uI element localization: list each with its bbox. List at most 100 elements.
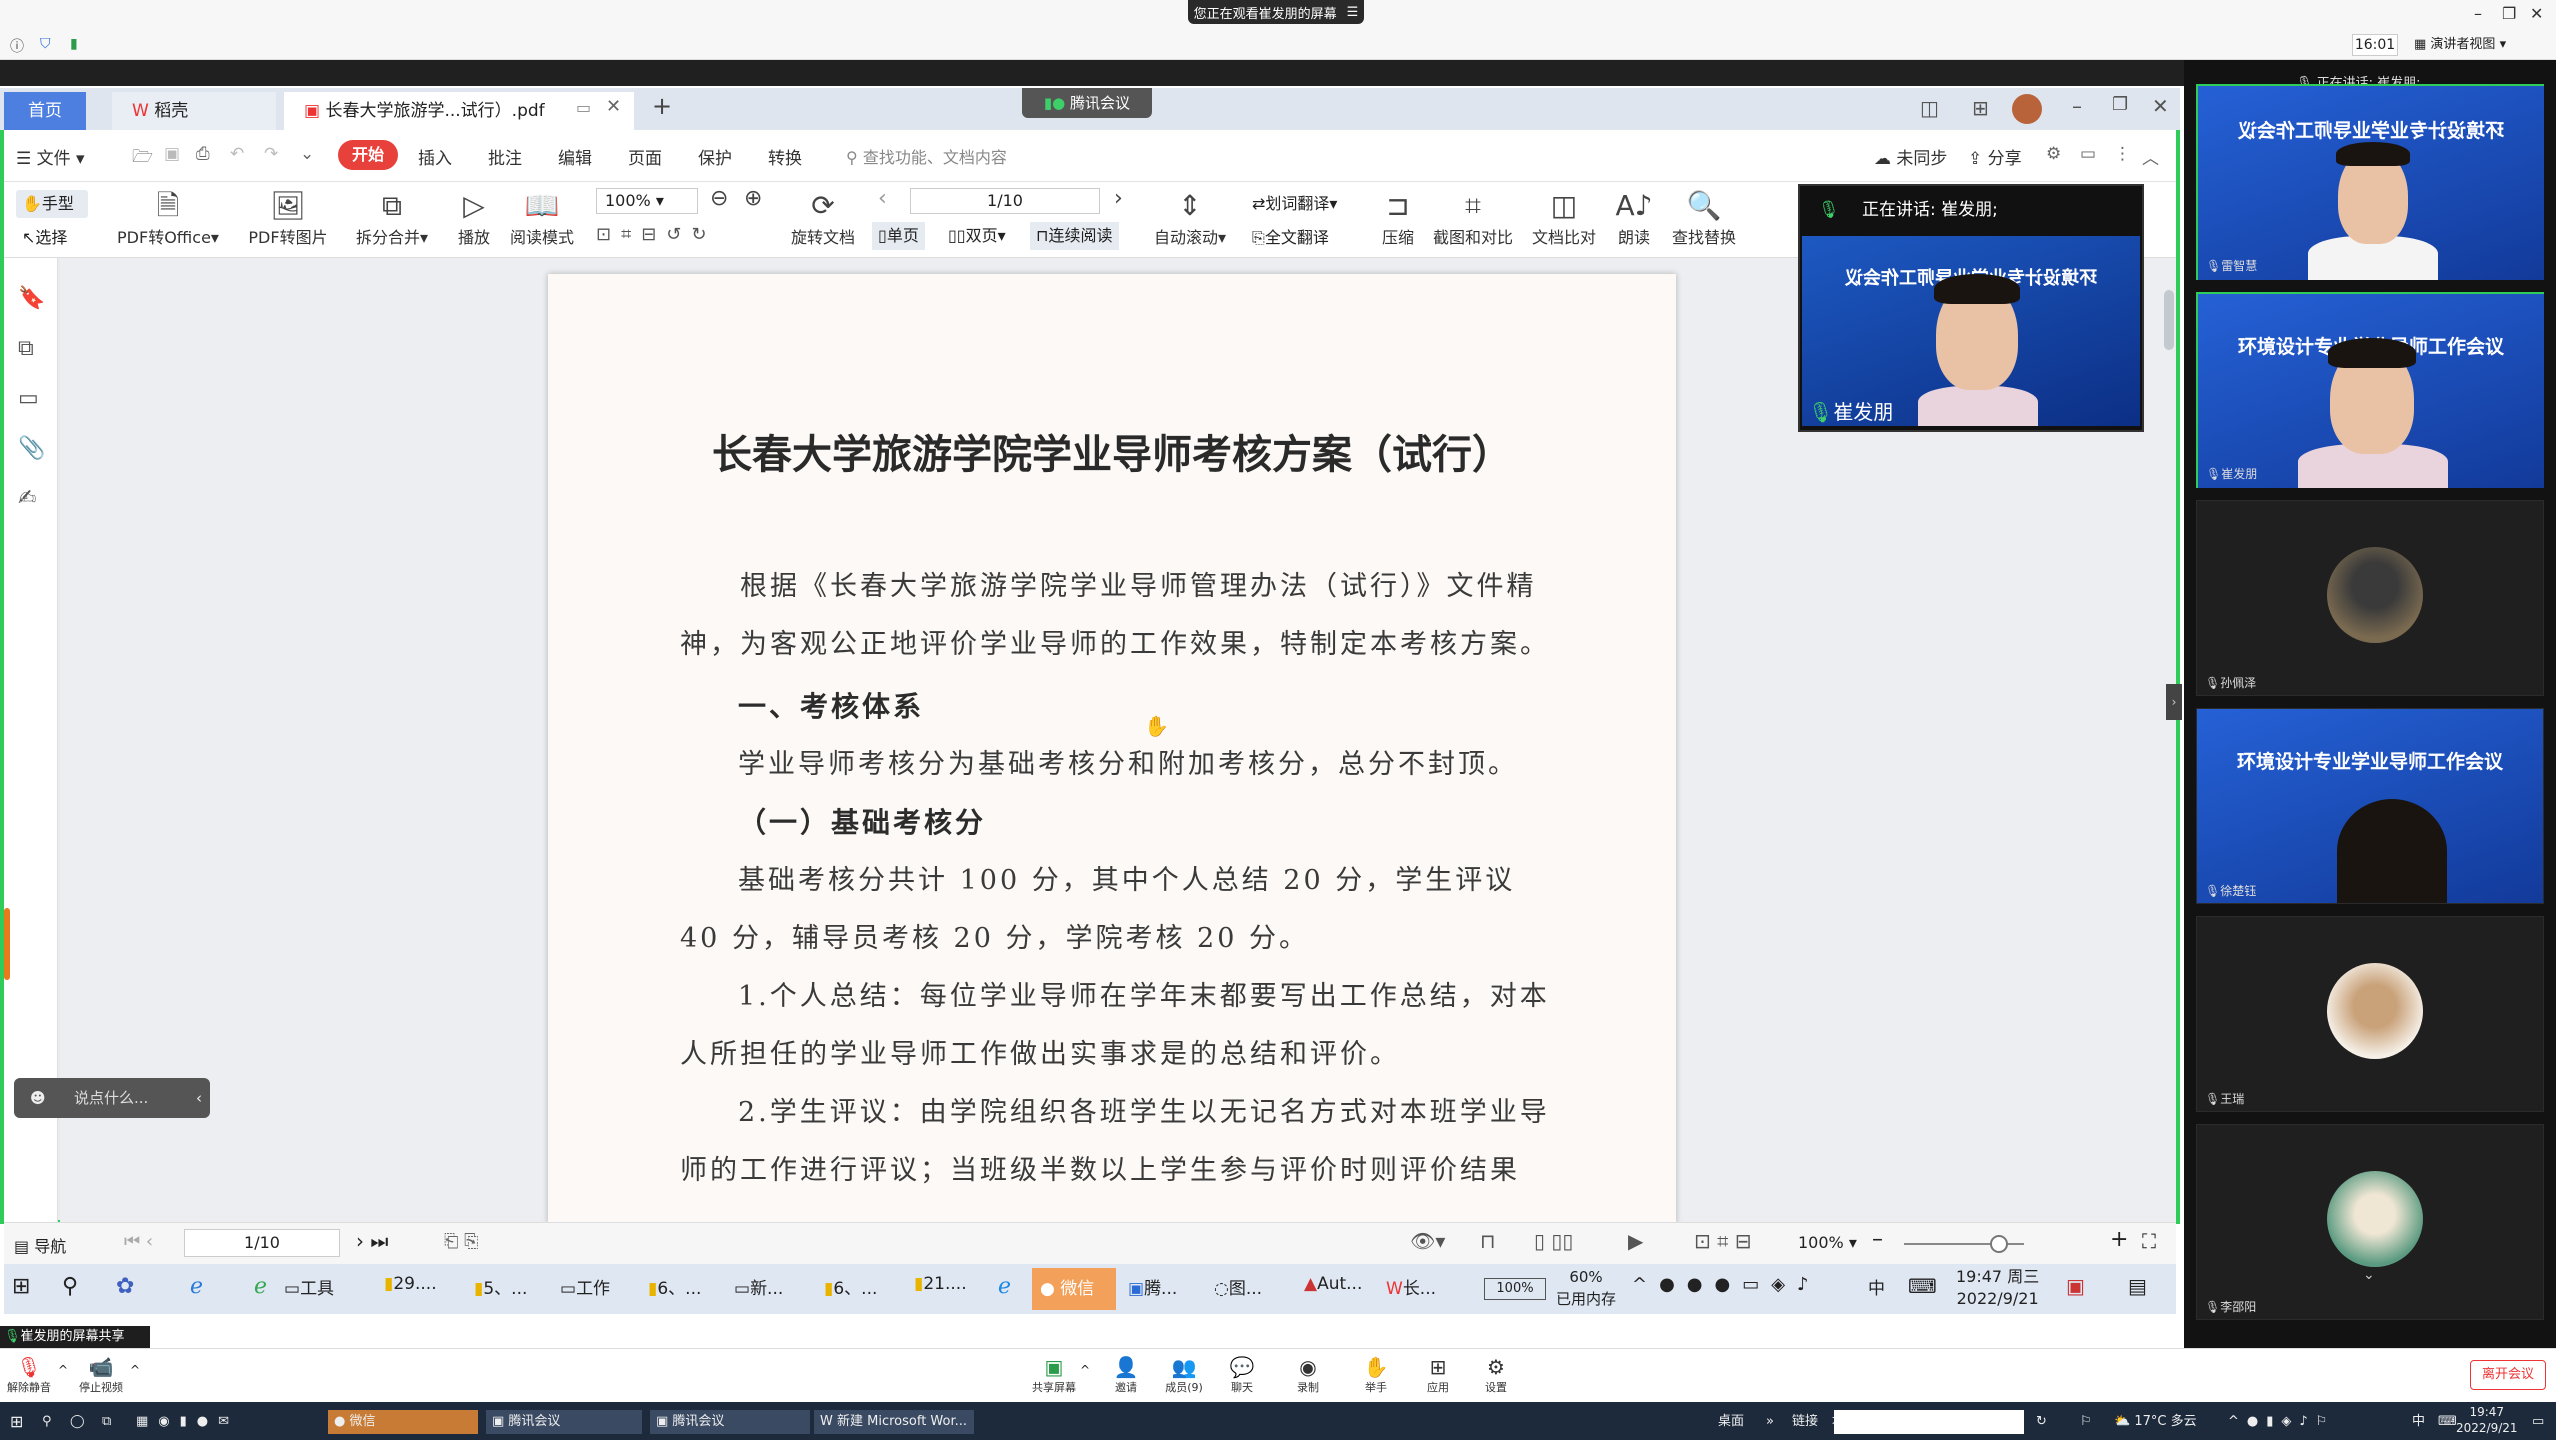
tab-home[interactable]: 首页 — [4, 92, 86, 130]
tray-icons[interactable]: ^●▮◈♪⚐ — [2222, 1410, 2341, 1434]
share-screen-button[interactable]: ▣ 共享屏幕 — [1028, 1355, 1080, 1395]
doc-compare-button[interactable]: ◫ 文档比对 — [1528, 188, 1600, 248]
leave-meeting-button[interactable]: 离开会议 — [2470, 1360, 2546, 1390]
participant-tile[interactable]: 环境设计专业学业导师工作会议 🎙雷智慧 — [2196, 84, 2544, 280]
zoom-out-icon[interactable]: – — [1872, 1227, 1883, 1252]
restore-icon[interactable]: ❐ — [2502, 4, 2516, 23]
back-icon[interactable]: ⎗ ⎘ — [444, 1231, 479, 1252]
members-button[interactable]: 👥 成员(9) — [1158, 1355, 1210, 1395]
os-task-wechat[interactable]: ● 微信 — [328, 1410, 478, 1434]
ie-icon[interactable]: ℯ — [190, 1274, 203, 1299]
notification-badge-icon[interactable]: ▣ — [2066, 1274, 2085, 1298]
search-icon[interactable]: ⚲ — [36, 1410, 58, 1434]
read-mode-button[interactable]: 📖 阅读模式 — [504, 188, 580, 248]
next-page-icon[interactable]: › — [1114, 186, 1123, 211]
sync-status[interactable]: ☁ 未同步 — [1874, 144, 1947, 169]
os-task-meeting-1[interactable]: ▣ 腾讯会议 — [486, 1410, 642, 1434]
collapse-ribbon-icon[interactable]: ︿ — [2142, 144, 2159, 169]
cortana-icon[interactable]: ◯ — [64, 1410, 91, 1434]
menu-protect[interactable]: 保护 — [698, 144, 732, 169]
attachment-icon[interactable]: 📎 — [18, 436, 45, 461]
invite-button[interactable]: 👤 邀请 — [1100, 1355, 1152, 1395]
taskbar-item-10[interactable]: ▣腾... — [1128, 1274, 1177, 1299]
record-button[interactable]: ◉ 录制 — [1282, 1355, 1334, 1395]
menu-start[interactable]: 开始 — [338, 140, 398, 170]
pinned-app-icons[interactable]: ▦◉▮●✉ — [130, 1410, 245, 1434]
full-translate-button[interactable]: ⎘全文翻译 — [1252, 224, 1329, 248]
taskbar-item-wechat[interactable]: ● 微信 — [1032, 1268, 1116, 1310]
tab-daoke[interactable]: W 稻壳 — [112, 92, 276, 130]
chevron-down-icon[interactable]: ⌄ — [2363, 1267, 2375, 1283]
continuous-read-button[interactable]: ⊓连续阅读 — [1030, 222, 1119, 250]
read-aloud-button[interactable]: A♪ 朗读 — [1608, 188, 1660, 248]
save-icon[interactable]: ▣ — [164, 144, 180, 164]
speaker-view-button[interactable]: ▦ 演讲者视图 ▾ — [2414, 34, 2506, 56]
menu-edit[interactable]: 编辑 — [558, 144, 592, 169]
taskbar-item-7[interactable]: ▮6、... — [824, 1274, 877, 1299]
participant-tile[interactable]: 环境设计专业学业导师工作会议 🎙崔发朋 — [2196, 292, 2544, 488]
desktop-toolbar[interactable]: 桌面 — [1712, 1410, 1750, 1434]
new-tab-icon[interactable]: + — [652, 92, 672, 120]
play-button[interactable]: ▷ 播放 — [448, 188, 500, 248]
task-view-icon[interactable]: ⧉ — [96, 1410, 117, 1434]
links-toolbar[interactable]: 链接 — [1786, 1410, 1824, 1434]
zoom-in-icon[interactable]: + — [2110, 1227, 2128, 1252]
tray-icons[interactable]: ^●●●▭◈♪ — [1632, 1274, 1821, 1295]
avatar[interactable] — [2012, 94, 2042, 124]
meeting-badge[interactable]: ▮● 腾讯会议 — [1022, 88, 1152, 118]
menu-insert[interactable]: 插入 — [418, 144, 452, 169]
ime-indicator[interactable]: 中 — [1868, 1274, 1885, 1299]
print-icon[interactable]: ⎙ — [196, 144, 210, 164]
fit-icons[interactable]: ⊡ ⌗ ⊟ — [1694, 1229, 1752, 1253]
os-task-word[interactable]: W 新建 Microsoft Wor... — [814, 1410, 974, 1434]
share-button[interactable]: ⇪ 分享 — [1968, 144, 2022, 169]
fullscreen-icon[interactable]: ⛶ — [2142, 1229, 2156, 1253]
word-translate-button[interactable]: ⇄划词翻译▾ — [1252, 190, 1337, 214]
menu-page[interactable]: 页面 — [628, 144, 662, 169]
present-icon[interactable]: ▶ — [1628, 1229, 1643, 1253]
pinwheel-icon[interactable]: ✿ — [116, 1274, 134, 1299]
settings-icon[interactable]: ⚙ — [2046, 144, 2061, 164]
speaker-window[interactable]: 🎙 正在讲话: 崔发朋; 环境设计专业学业导师工作会议 🎙崔发朋 — [1798, 184, 2144, 432]
taskbar-item-2[interactable]: ▮29.... — [384, 1274, 437, 1294]
menu-convert[interactable]: 转换 — [768, 144, 802, 169]
participant-tile[interactable]: ⌄ 🎙李邵阳 — [2196, 1124, 2544, 1320]
edge-icon[interactable]: ℯ — [998, 1274, 1011, 1299]
unmute-button[interactable]: 🎙 解除静音 — [6, 1355, 52, 1395]
raise-hand-button[interactable]: ✋ 举手 — [1350, 1355, 1402, 1395]
next-page-icon[interactable]: › ⏭ — [356, 1229, 388, 1253]
layout-icon[interactable]: ◫ — [1920, 96, 1939, 120]
address-input[interactable] — [1834, 1410, 2024, 1434]
participant-tile[interactable]: 🎙孙佩泽 — [2196, 500, 2544, 696]
auto-scroll-button[interactable]: ⇕ 自动滚动▾ — [1144, 188, 1236, 248]
double-page-button[interactable]: ▯▯双页▾ — [948, 222, 1006, 250]
taskbar-item-11[interactable]: ◌图... — [1214, 1274, 1262, 1299]
chat-input[interactable]: ☻ 说点什么... ‹ — [14, 1078, 210, 1118]
zoom-in-icon[interactable]: ⊕ — [744, 186, 762, 211]
prev-page-icon[interactable]: ‹ — [878, 186, 887, 211]
page-fit-icons[interactable]: ⊡⌗⊟↺↻ — [596, 224, 716, 245]
share-notice[interactable]: 您正在观看崔发朋的屏幕 ☰ — [1188, 0, 1364, 24]
taskbar-item-8[interactable]: ▮21.... — [914, 1274, 967, 1294]
pdf-to-image-button[interactable]: 🖼 PDF转图片 — [240, 188, 336, 248]
settings-button[interactable]: ⚙ 设置 — [1470, 1355, 1522, 1395]
minimize-icon[interactable]: – — [2474, 4, 2482, 23]
more-icon[interactable]: ⋮ — [2114, 144, 2131, 164]
windows-start-icon[interactable]: ⊞ — [4, 1410, 29, 1434]
close-tab-icon[interactable]: ✕ — [606, 96, 621, 117]
rotate-doc-button[interactable]: ⟳ 旋转文档 — [782, 188, 864, 248]
taskbar-item-13[interactable]: W长... — [1386, 1274, 1436, 1299]
taskbar-item-5[interactable]: ▮6、... — [648, 1274, 701, 1299]
single-page-button[interactable]: ▯单页 — [872, 222, 925, 250]
find-replace-button[interactable]: 🔍 查找替换 — [1664, 188, 1744, 248]
pdf-to-office-button[interactable]: 🗎 PDF转Office▾ — [112, 188, 224, 248]
share-options-icon[interactable]: ^ — [1080, 1363, 1090, 1377]
customize-icon[interactable]: ⌄ — [300, 144, 314, 164]
menu-file[interactable]: ☰ 文件 ▾ — [16, 144, 85, 169]
hand-tool-button[interactable]: ✋手型 — [16, 190, 88, 218]
zoom-select[interactable]: 100% ▾ — [596, 188, 698, 214]
close-icon[interactable]: ✕ — [2152, 94, 2169, 118]
minimize-icon[interactable]: – — [2072, 94, 2082, 118]
search-field[interactable]: ⚲ 查找功能、文档内容 — [846, 144, 1007, 168]
monitor-icon[interactable]: ▭ — [576, 98, 591, 117]
